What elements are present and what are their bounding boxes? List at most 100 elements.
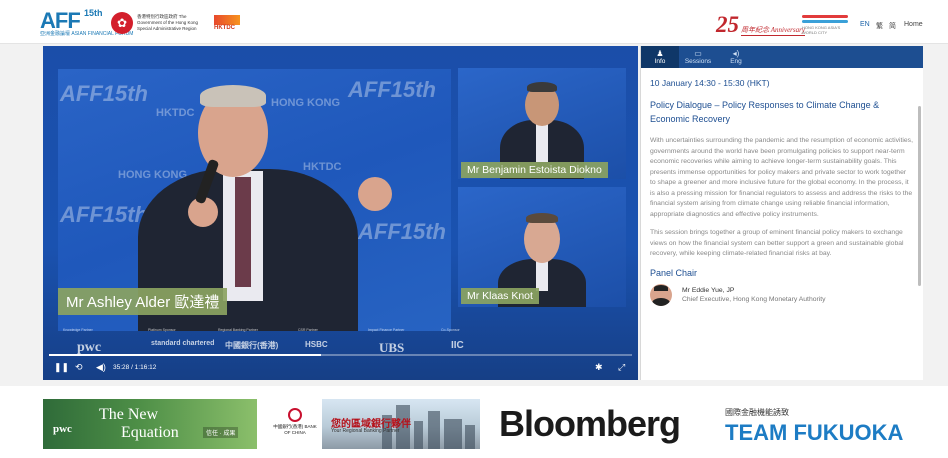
session-info-panel: ♟ Info ▭ Sessions ◂) Eng 10 January 14:3… [640, 46, 923, 380]
backdrop-hktdc-text: HKTDC [156, 107, 195, 119]
session-date: 10 January 14:30 - 15:30 (HKT) [650, 78, 770, 88]
pip2-hair [526, 213, 558, 223]
session-title: Policy Dialogue – Policy Responses to Cl… [650, 100, 880, 124]
pwc-ad-banner[interactable]: pwc The New Equation 信任 · 成果 [43, 399, 257, 449]
gov-logo-text: 香港特別行政區政府 The Government of the Hong Kon… [137, 14, 199, 31]
sponsor-logo-iic: IIC [451, 340, 464, 351]
avatar-hair [654, 284, 668, 291]
tab-info-label: Info [654, 58, 666, 65]
brand-wave-blue-icon [802, 20, 848, 23]
pip-speaker-1: Mr Benjamin Estoista Diokno [458, 68, 626, 179]
boc-ad-subline: Your Regional Banking Partner [331, 428, 400, 434]
lang-sc-link[interactable]: 简 [889, 21, 896, 31]
monitor-icon: ▭ [694, 49, 702, 58]
video-player[interactable]: AFF15th AFF15th AFF15th AFF15th HKTDC HK… [43, 46, 638, 380]
anniversary-logo: 25 周年紀念 Anniversary [716, 12, 805, 38]
volume-icon[interactable]: ◀) [96, 362, 106, 373]
pip-speaker-2: Mr Klaas Knot [458, 187, 626, 307]
skyline-building [414, 421, 423, 449]
chair-details: Mr Eddie Yue, JP Chief Executive, Hong K… [682, 287, 826, 303]
backdrop-hktdc-text: HKTDC [303, 161, 342, 173]
video-time: 35:28 / 1:16:12 [113, 364, 157, 371]
tab-language[interactable]: ◂) Eng [717, 46, 755, 68]
chair-name: Mr Eddie Yue, JP [682, 286, 735, 294]
main-speaker-shot: AFF15th AFF15th AFF15th AFF15th HKTDC HK… [58, 69, 451, 331]
sponsor-logo-sc: standard chartered [151, 340, 215, 347]
anniversary-number: 25 [716, 12, 739, 37]
aff-logo-sup: 15th [84, 8, 103, 18]
lang-en-link[interactable]: EN [860, 21, 870, 28]
anniversary-text: 周年紀念 Anniversary [741, 26, 805, 36]
sponsor-label: CSR Partner [298, 328, 318, 332]
sponsor-label: Regional Banking Partner [218, 328, 258, 332]
pip1-hair [527, 82, 557, 92]
aff-logo[interactable]: AFF 15th 亞洲金融論壇 ASIAN FINANCIAL FORUM [40, 8, 133, 37]
main-speaker-hand [358, 177, 392, 211]
tab-sessions[interactable]: ▭ Sessions [679, 46, 717, 68]
backdrop-aff-text: AFF15th [60, 202, 148, 227]
main-speaker-hair [200, 85, 266, 107]
sponsor-label: Platinum Sponsor [148, 328, 176, 332]
fukuoka-subtitle: 國際金融機能誘致 [725, 408, 789, 417]
panel-body: 10 January 14:30 - 15:30 (HKT) Policy Di… [641, 68, 923, 306]
settings-gear-icon[interactable]: ✱ [595, 362, 603, 373]
bauhinia-icon: ✿ [111, 12, 133, 34]
pause-icon[interactable]: ❚❚ [54, 362, 69, 373]
tab-sessions-label: Sessions [684, 58, 712, 65]
backdrop-aff-text: AFF15th [358, 219, 446, 244]
tab-info[interactable]: ♟ Info [641, 46, 679, 68]
pwc-tagline-2: Equation [121, 424, 179, 441]
avatar-suit [652, 297, 670, 306]
pip1-shirt [536, 122, 548, 162]
pwc-logo: pwc [53, 423, 72, 435]
tab-language-label: Eng [730, 58, 742, 65]
audio-language-icon: ◂) [732, 49, 740, 58]
hksar-gov-logo[interactable]: ✿ 香港特別行政區政府 The Government of the Hong K… [111, 12, 199, 34]
main-speaker-tie [235, 177, 251, 287]
sponsor-label: Co-Sponsor [441, 328, 460, 332]
backdrop-hongkong-text: HONG KONG [271, 97, 341, 109]
skyline-building [465, 425, 475, 449]
pwc-tagline-3: 信任 · 成果 [203, 427, 239, 438]
session-description: With uncertainties surrounding the pande… [650, 137, 913, 218]
top-header: AFF 15th 亞洲金融論壇 ASIAN FINANCIAL FORUM ✿ … [0, 0, 948, 44]
skyline-building [444, 419, 462, 449]
sponsor-label: Impact Finance Partner [368, 328, 405, 332]
brand-hk-logo: HONG KONG ASIA'S WORLD CITY [802, 15, 848, 35]
page: AFF 15th 亞洲金融論壇 ASIAN FINANCIAL FORUM ✿ … [0, 0, 948, 458]
pip2-shirt [536, 261, 548, 291]
fullscreen-icon[interactable]: ⤢ [618, 362, 625, 373]
sponsor-banner-row: pwc The New Equation 信任 · 成果 中國銀行(香港) BA… [0, 386, 948, 458]
lang-tc-link[interactable]: 繁 [876, 21, 883, 31]
bloomberg-logo[interactable]: Bloomberg [499, 403, 681, 445]
brand-hk-text: HONG KONG ASIA'S WORLD CITY [802, 25, 841, 35]
video-stage: AFF15th AFF15th AFF15th AFF15th HKTDC HK… [43, 46, 638, 380]
video-progress-fill [49, 354, 321, 356]
hktdc-logo[interactable]: HKTDC [214, 15, 240, 33]
hktdc-logo-text: HKTDC [214, 25, 235, 31]
home-link[interactable]: Home [904, 21, 923, 28]
panel-scrollbar[interactable] [918, 106, 921, 286]
pip2-nameplate: Mr Klaas Knot [461, 288, 539, 304]
backdrop-aff-text: AFF15th [348, 77, 436, 102]
session-description-2: This session brings together a group of … [650, 229, 904, 257]
hktdc-mark-icon [214, 15, 240, 25]
team-fukuoka-logo[interactable]: TEAM FUKUOKA [725, 420, 903, 446]
pip1-nameplate: Mr Benjamin Estoista Diokno [461, 162, 608, 178]
boc-logo-text: 中國銀行(香港) BANK OF CHINA [273, 424, 317, 435]
brand-wave-red-icon [802, 15, 848, 18]
panel-tabs: ♟ Info ▭ Sessions ◂) Eng [641, 46, 923, 68]
skyline-building [428, 411, 440, 449]
chair-role: Chief Executive, Hong Kong Monetary Auth… [682, 295, 826, 303]
sponsor-logo-hsbc: HSBC [305, 340, 328, 349]
boc-ad-banner[interactable]: 您的區域銀行夥伴 Your Regional Banking Partner [322, 399, 480, 449]
sponsor-label: Knowledge Partner [63, 328, 93, 332]
pwc-tagline-1: The New [99, 406, 159, 423]
avatar [650, 283, 672, 306]
sponsor-logo-boc: 中國銀行(香港) [225, 341, 279, 350]
backdrop-aff-text: AFF15th [60, 81, 148, 106]
video-progress-bar[interactable] [49, 354, 632, 356]
boc-logo[interactable]: 中國銀行(香港) BANK OF CHINA [272, 408, 318, 438]
main-speaker-nameplate: Mr Ashley Alder 歐達禮 [58, 288, 228, 315]
replay-icon[interactable]: ⟲ [75, 362, 83, 373]
